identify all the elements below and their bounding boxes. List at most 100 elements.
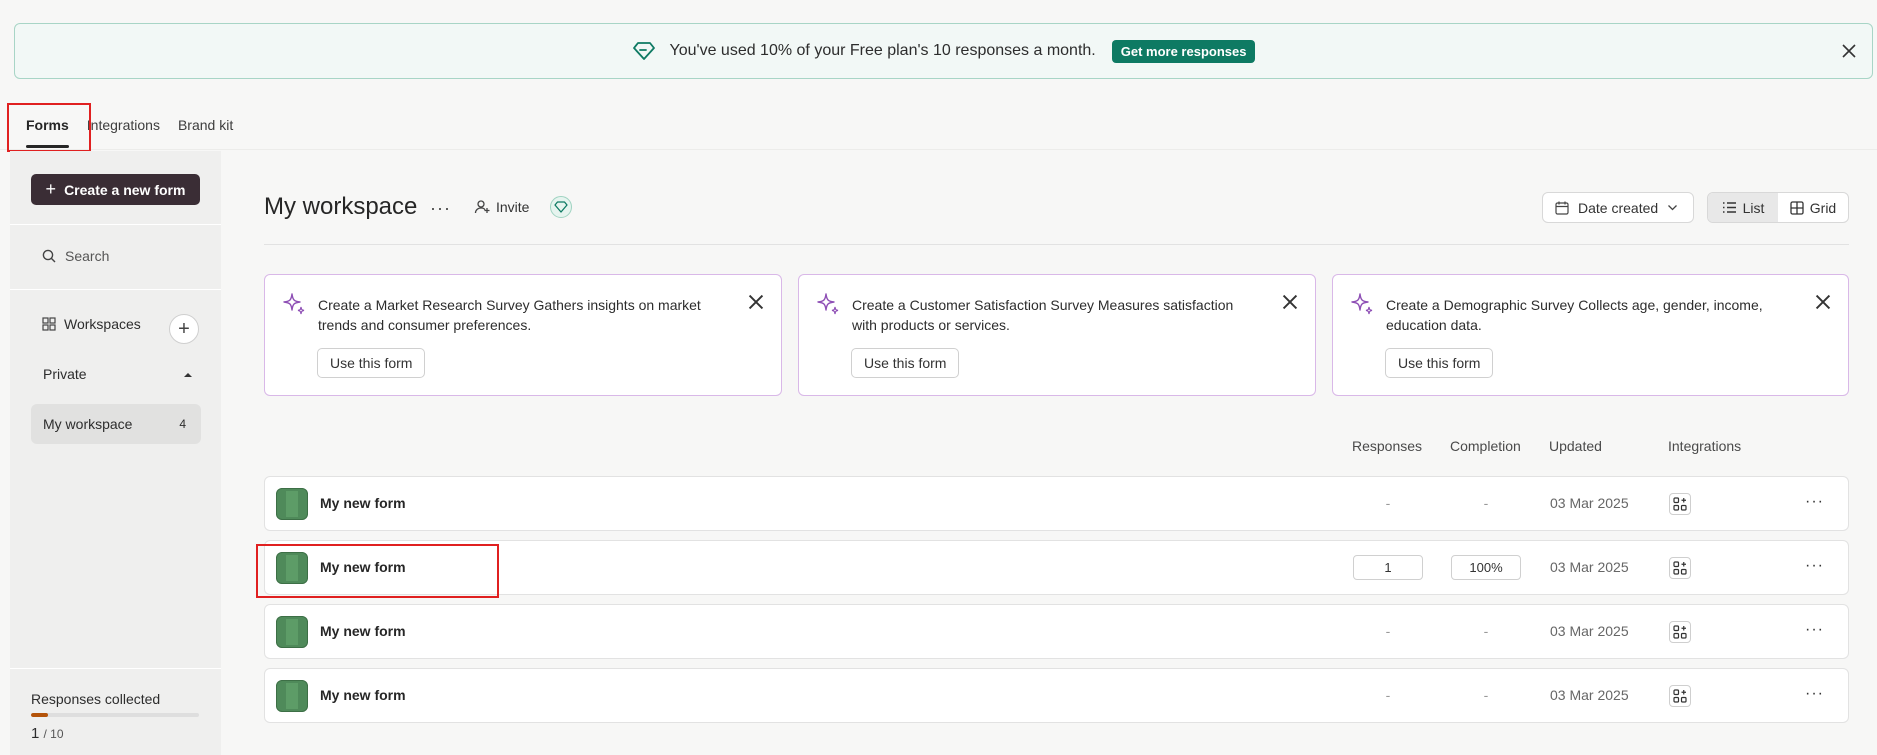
template-card: Create a Market Research Survey Gathers … (264, 274, 782, 396)
column-header-responses: Responses (1352, 438, 1423, 454)
table-row[interactable]: My new form - - 03 Mar 2025 ··· (264, 476, 1849, 531)
private-section-toggle[interactable]: Private (43, 366, 193, 382)
add-integration-icon[interactable] (1669, 685, 1691, 707)
form-responses[interactable]: 1 (1353, 555, 1423, 580)
add-person-icon (474, 200, 490, 214)
banner-text: You've used 10% of your Free plan's 10 r… (669, 42, 1096, 59)
form-updated: 03 Mar 2025 (1550, 495, 1629, 511)
grid-view-label: Grid (1809, 199, 1837, 216)
template-card: Create a Demographic Survey Collects age… (1332, 274, 1849, 396)
divider (10, 668, 221, 669)
divider (10, 289, 221, 290)
form-name[interactable]: My new form (320, 687, 406, 703)
more-options-icon[interactable]: ··· (430, 198, 451, 219)
grid-icon (42, 317, 56, 331)
row-more-icon[interactable]: ··· (1805, 493, 1824, 511)
form-thumbnail (276, 616, 308, 648)
responses-progress-fill (31, 713, 48, 717)
grid-view-button[interactable]: Grid (1778, 193, 1848, 222)
responses-collected-label: Responses collected (31, 691, 161, 707)
invite-label: Invite (496, 199, 530, 215)
form-completion[interactable]: 100% (1451, 555, 1521, 580)
highlight-box (256, 544, 499, 598)
create-new-form-button[interactable]: + Create a new form (31, 174, 200, 205)
close-icon[interactable] (1814, 293, 1832, 311)
get-more-responses-button[interactable]: Get more responses (1111, 39, 1256, 63)
add-integration-icon[interactable] (1669, 621, 1691, 643)
diamond-icon[interactable] (550, 196, 572, 218)
add-integration-icon[interactable] (1669, 493, 1691, 515)
highlight-box (7, 103, 91, 152)
responses-used: 1 (31, 725, 40, 742)
chevron-down-icon (1668, 205, 1678, 211)
sparkle-icon (283, 293, 305, 315)
use-this-form-button[interactable]: Use this form (851, 348, 960, 378)
workspace-name: My workspace (43, 416, 133, 432)
form-responses: - (1385, 623, 1391, 639)
sort-label: Date created (1578, 199, 1659, 216)
form-completion: - (1483, 687, 1489, 703)
form-completion: - (1483, 495, 1489, 511)
table-row[interactable]: My new form - - 03 Mar 2025 ··· (264, 604, 1849, 659)
row-more-icon[interactable]: ··· (1805, 685, 1824, 703)
form-updated: 03 Mar 2025 (1550, 623, 1629, 639)
responses-progress-bar (31, 713, 199, 717)
tab-integrations[interactable]: Integrations (87, 100, 160, 150)
responses-count: 1 / 10 (31, 725, 64, 742)
use-this-form-button[interactable]: Use this form (1385, 348, 1494, 378)
workspaces-label: Workspaces (64, 316, 141, 332)
invite-button[interactable]: Invite (474, 199, 529, 215)
list-icon (1722, 202, 1736, 213)
form-updated: 03 Mar 2025 (1550, 687, 1629, 703)
form-name[interactable]: My new form (320, 623, 406, 639)
form-completion: - (1483, 623, 1489, 639)
template-description: Create a Customer Satisfaction Survey Me… (852, 297, 1234, 333)
form-name[interactable]: My new form (320, 495, 406, 511)
form-responses: - (1385, 495, 1391, 511)
add-workspace-button[interactable]: + (169, 314, 199, 344)
use-this-form-button[interactable]: Use this form (317, 348, 426, 378)
workspace-count: 4 (179, 417, 186, 431)
list-view-button[interactable]: List (1708, 193, 1778, 222)
close-icon[interactable] (747, 293, 765, 311)
usage-banner: You've used 10% of your Free plan's 10 r… (14, 23, 1873, 79)
form-responses: - (1385, 687, 1391, 703)
add-integration-icon[interactable] (1669, 557, 1691, 579)
table-row[interactable]: My new form - - 03 Mar 2025 ··· (264, 668, 1849, 723)
sparkle-icon (1351, 293, 1373, 315)
column-header-updated: Updated (1549, 438, 1602, 454)
plus-icon: + (45, 179, 57, 199)
search-input[interactable]: Search (42, 248, 109, 264)
responses-limit: / 10 (43, 727, 64, 741)
column-header-integrations: Integrations (1668, 438, 1742, 454)
sparkle-icon (817, 293, 839, 315)
form-thumbnail (276, 680, 308, 712)
template-description: Create a Market Research Survey Gathers … (318, 297, 701, 333)
top-tabs: Forms Integrations Brand kit (0, 100, 1877, 150)
close-icon[interactable] (1281, 293, 1299, 311)
search-icon (42, 249, 56, 263)
sidebar: + Create a new form Search Workspaces + … (10, 151, 221, 755)
sidebar-item-my-workspace[interactable]: My workspace 4 (31, 404, 201, 444)
close-icon[interactable] (1838, 40, 1860, 62)
tab-brand-kit[interactable]: Brand kit (178, 100, 233, 150)
page-title: My workspace (264, 193, 418, 220)
divider (10, 224, 221, 225)
template-card: Create a Customer Satisfaction Survey Me… (798, 274, 1316, 396)
row-more-icon[interactable]: ··· (1805, 621, 1824, 639)
private-label: Private (43, 366, 87, 382)
grid-icon (1790, 200, 1804, 215)
diamond-icon (632, 41, 658, 61)
template-description: Create a Demographic Survey Collects age… (1386, 297, 1763, 333)
sort-dropdown[interactable]: Date created (1542, 192, 1694, 223)
form-thumbnail (276, 488, 308, 520)
column-header-completion: Completion (1450, 438, 1521, 454)
workspaces-header: Workspaces (42, 316, 141, 332)
form-updated: 03 Mar 2025 (1550, 559, 1629, 575)
row-more-icon[interactable]: ··· (1805, 557, 1824, 575)
create-button-label: Create a new form (64, 181, 186, 198)
search-placeholder: Search (65, 248, 110, 264)
caret-up-icon (184, 373, 192, 377)
list-view-label: List (1742, 199, 1765, 216)
table-row[interactable]: My new form 1 100% 03 Mar 2025 ··· (264, 540, 1849, 595)
